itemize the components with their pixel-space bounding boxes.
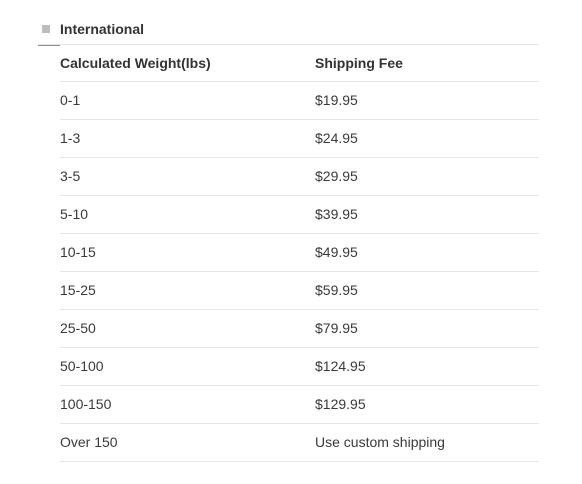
weight-range-cell: 3-5 — [60, 157, 315, 196]
weight-range-cell: 15-25 — [60, 271, 315, 310]
shipping-fee-cell: $59.95 — [315, 271, 539, 310]
table-row: 50-100 $124.95 — [60, 347, 539, 386]
international-shipping-section: International Calculated Weight(lbs) Shi… — [0, 0, 582, 484]
shipping-rates-table: Calculated Weight(lbs) Shipping Fee 0-1 … — [60, 45, 539, 462]
shipping-fee-cell: $29.95 — [315, 157, 539, 196]
shipping-fee-cell: $19.95 — [315, 81, 539, 120]
fee-column-header: Shipping Fee — [315, 45, 539, 82]
table-row: 3-5 $29.95 — [60, 157, 539, 196]
table-row: 1-3 $24.95 — [60, 119, 539, 158]
shipping-fee-cell: $129.95 — [315, 385, 539, 424]
square-bullet-icon — [42, 25, 50, 33]
weight-range-cell: 0-1 — [60, 81, 315, 120]
header-accent-divider — [38, 45, 60, 46]
shipping-fee-cell: $79.95 — [315, 309, 539, 348]
weight-column-header: Calculated Weight(lbs) — [60, 45, 315, 82]
weight-range-cell: 50-100 — [60, 347, 315, 386]
table-row: 15-25 $59.95 — [60, 271, 539, 310]
weight-range-cell: 5-10 — [60, 195, 315, 234]
weight-range-cell: 100-150 — [60, 385, 315, 424]
weight-range-cell: Over 150 — [60, 423, 315, 462]
table-row: 25-50 $79.95 — [60, 309, 539, 348]
weight-range-cell: 10-15 — [60, 233, 315, 272]
table-row: 100-150 $129.95 — [60, 385, 539, 424]
table-row: 5-10 $39.95 — [60, 195, 539, 234]
weight-range-cell: 1-3 — [60, 119, 315, 158]
section-header[interactable]: International — [38, 18, 539, 45]
table-row: Over 150 Use custom shipping — [60, 423, 539, 462]
table-row: 10-15 $49.95 — [60, 233, 539, 272]
shipping-fee-cell: $124.95 — [315, 347, 539, 386]
shipping-fee-cell: Use custom shipping — [315, 423, 539, 462]
section-title: International — [60, 21, 145, 37]
table-header-row: Calculated Weight(lbs) Shipping Fee — [60, 45, 539, 82]
shipping-fee-cell: $24.95 — [315, 119, 539, 158]
shipping-fee-cell: $49.95 — [315, 233, 539, 272]
shipping-fee-cell: $39.95 — [315, 195, 539, 234]
weight-range-cell: 25-50 — [60, 309, 315, 348]
table-row: 0-1 $19.95 — [60, 81, 539, 120]
